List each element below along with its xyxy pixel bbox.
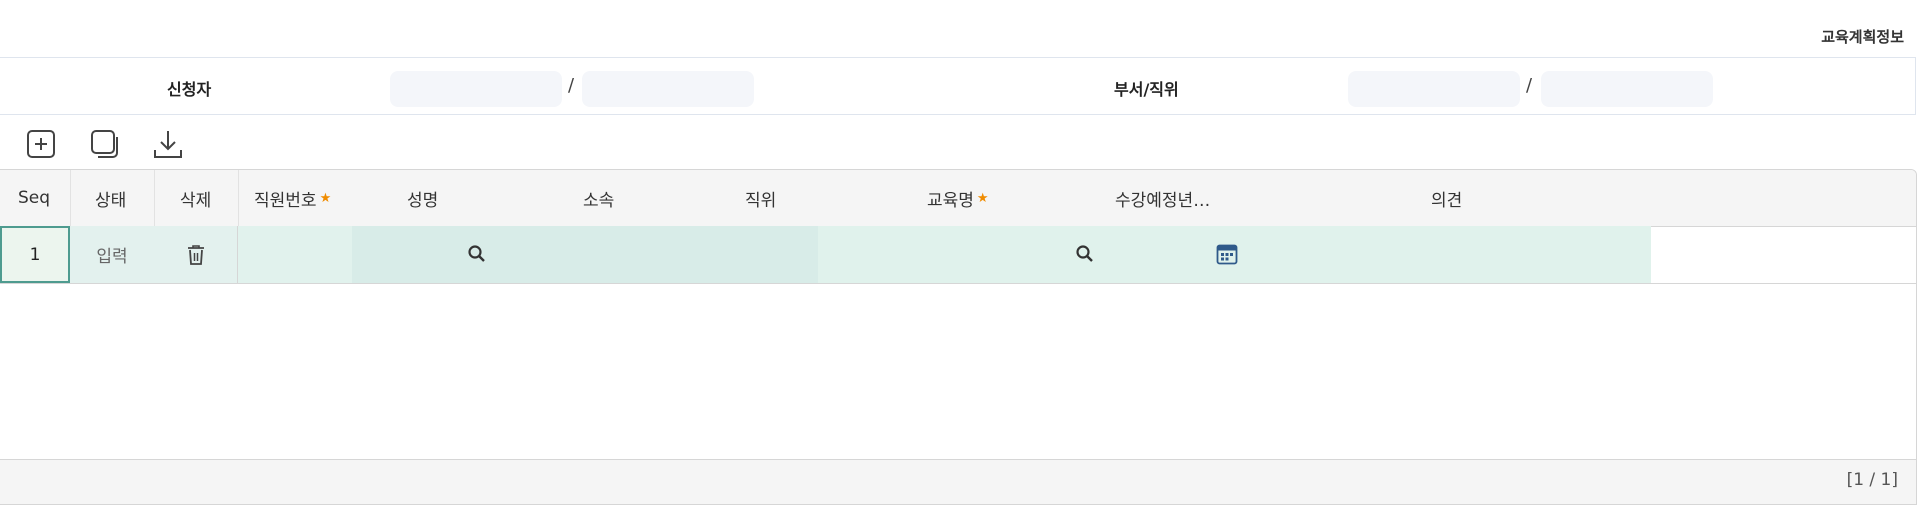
trash-icon: [187, 244, 204, 265]
table-row[interactable]: 1 입력: [0, 226, 1916, 284]
seq-cell[interactable]: 1: [0, 226, 70, 283]
copy-row-button[interactable]: [87, 126, 123, 162]
employee-no-cell[interactable]: [238, 226, 352, 283]
name-affiliation-position-cells[interactable]: [352, 226, 818, 283]
search-icon[interactable]: [1075, 244, 1095, 264]
col-header-employee-no[interactable]: 직원번호 ★: [254, 170, 331, 226]
col-header-affiliation[interactable]: 소속: [583, 170, 614, 226]
col-header-course-name[interactable]: 교육명 ★: [927, 170, 989, 226]
grid-footer: [1 / 1]: [0, 459, 1916, 504]
page-indicator: [1 / 1]: [1846, 470, 1898, 490]
download-icon: [154, 131, 182, 158]
position-field[interactable]: [1541, 71, 1713, 107]
add-row-button[interactable]: [23, 126, 59, 162]
grid-header: Seq 상태 삭제 직원번호 ★ 성명 소속 직위 교육명 ★ 수강예정년… 의견: [0, 170, 1916, 227]
calendar-icon[interactable]: [1216, 243, 1238, 265]
search-icon[interactable]: [467, 244, 487, 264]
applicant-name-field[interactable]: [582, 71, 754, 107]
col-header-employee-no-label: 직원번호: [254, 190, 317, 211]
col-header-course-name-label: 교육명: [927, 190, 974, 211]
dept-separator: /: [1526, 75, 1533, 96]
copy-icon: [91, 130, 118, 158]
col-header-position[interactable]: 직위: [745, 170, 776, 226]
dept-field[interactable]: [1348, 71, 1520, 107]
course-year-opinion-cells[interactable]: [818, 226, 1651, 283]
status-cell: 입력: [70, 226, 154, 283]
applicant-separator: /: [568, 75, 575, 96]
applicant-info-row: 신청자 / 부서/직위 /: [0, 57, 1916, 115]
plus-box-icon: [27, 130, 55, 158]
col-header-name[interactable]: 성명: [407, 170, 438, 226]
dept-position-label: 부서/직위: [1114, 80, 1179, 99]
education-plan-grid: Seq 상태 삭제 직원번호 ★ 성명 소속 직위 교육명 ★ 수강예정년… 의견 …: [0, 169, 1917, 505]
page-title: 교육계획정보: [1821, 28, 1904, 46]
delete-row-button[interactable]: [154, 226, 238, 283]
col-header-planned-year[interactable]: 수강예정년…: [1115, 170, 1210, 226]
col-header-delete[interactable]: 삭제: [180, 170, 211, 226]
applicant-id-field[interactable]: [390, 71, 562, 107]
col-header-seq[interactable]: Seq: [18, 170, 50, 226]
col-header-status[interactable]: 상태: [95, 170, 126, 226]
download-button[interactable]: [150, 126, 186, 162]
col-header-opinion[interactable]: 의견: [1431, 170, 1462, 226]
required-mark: ★: [976, 190, 989, 206]
applicant-label: 신청자: [167, 80, 212, 99]
required-mark: ★: [319, 190, 332, 206]
